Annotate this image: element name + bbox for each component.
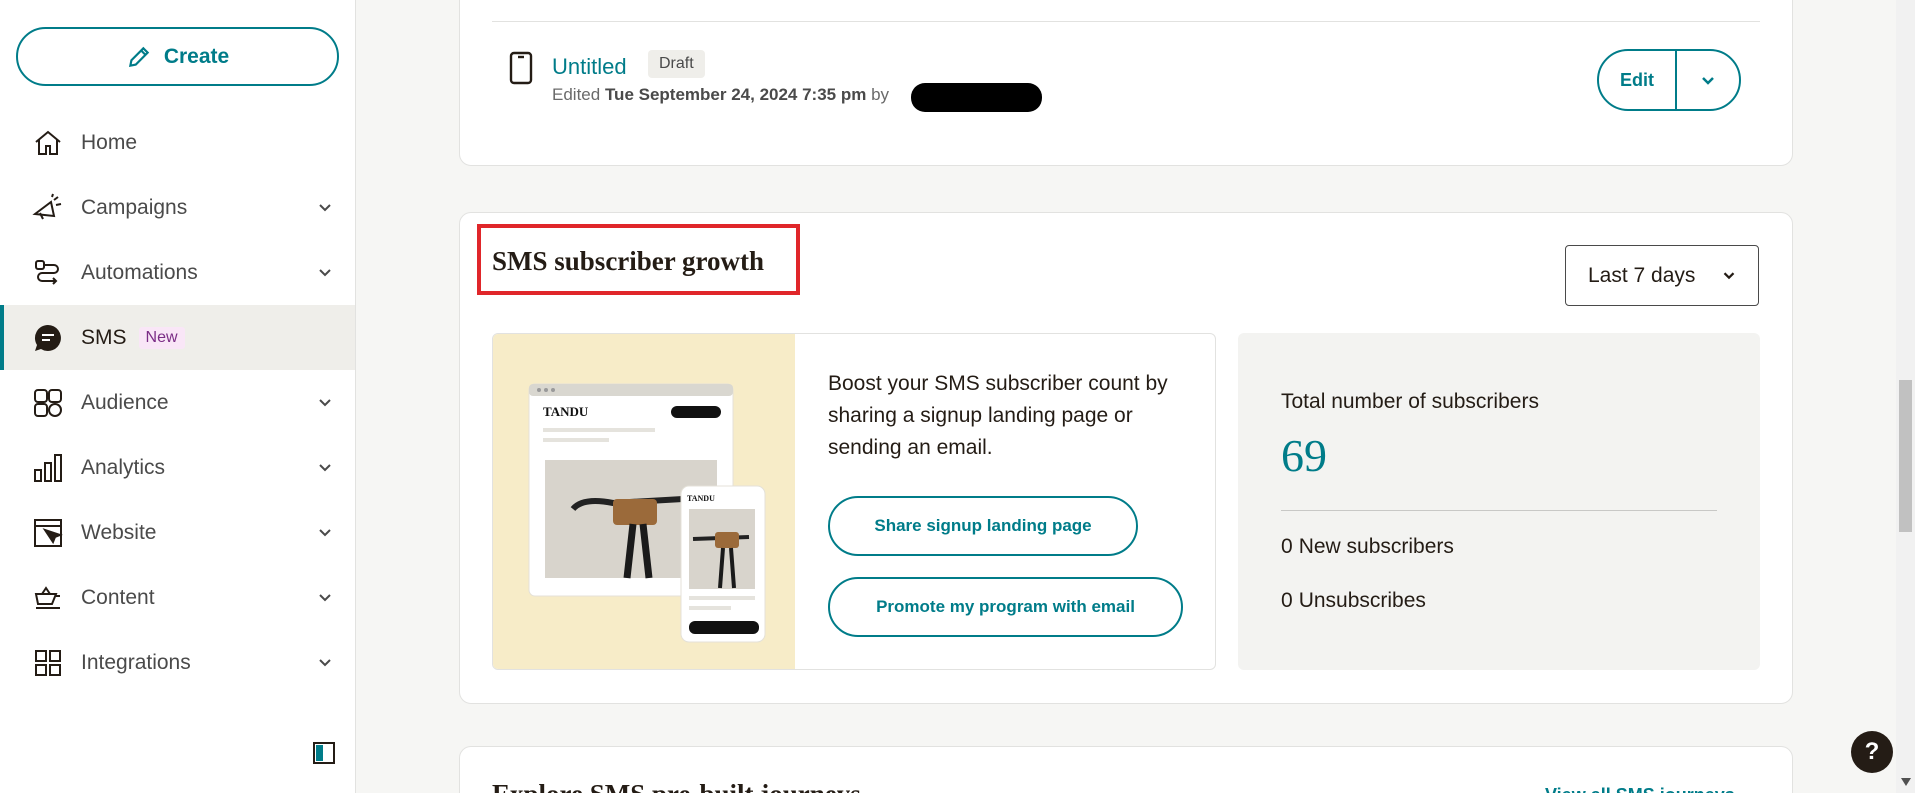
unsubscribes-row: 0 Unsubscribes (1281, 589, 1426, 613)
create-label: Create (163, 44, 230, 68)
chevron-down-icon[interactable] (315, 522, 335, 542)
sidebar-item-sms[interactable]: SMS New (0, 305, 355, 370)
main-nav: Home Campaigns Automations SMS New Audie… (0, 110, 355, 695)
edit-dropdown-button[interactable] (1677, 51, 1739, 109)
sms-icon (32, 322, 64, 354)
sidebar-item-label: Home (81, 130, 138, 154)
draft-card: Untitled Draft Edited Tue September 24, … (459, 0, 1793, 166)
edited-by: by (871, 85, 890, 104)
pencil-icon (128, 46, 150, 67)
brand-wordmark: TANDU (543, 404, 589, 419)
status-badge: Draft (648, 50, 705, 78)
chevron-down-icon[interactable] (315, 392, 335, 412)
total-subscribers-value: 69 (1281, 430, 1327, 481)
sidebar-item-automations[interactable]: Automations (0, 240, 355, 305)
sidebar-item-label: Campaigns (81, 195, 188, 219)
edited-date: Tue September 24, 2024 7:35 pm (604, 85, 867, 104)
scroll-down-arrow-icon[interactable] (1901, 778, 1911, 786)
sidebar-item-campaigns[interactable]: Campaigns (0, 175, 355, 240)
sidebar-item-analytics[interactable]: Analytics (0, 435, 355, 500)
total-subscribers-label: Total number of subscribers (1281, 390, 1539, 413)
edited-meta: Edited Tue September 24, 2024 7:35 pm by (552, 85, 889, 105)
new-subscribers-label: New subscribers (1298, 535, 1454, 558)
explore-journeys-card: Explore SMS pre-built journeys View all … (459, 746, 1793, 793)
view-all-journeys-link[interactable]: View all SMS journeys (1545, 785, 1735, 793)
collapse-sidebar-icon[interactable] (313, 742, 335, 764)
sidebar-item-label: Content (81, 585, 155, 609)
sidebar-item-website[interactable]: Website (0, 500, 355, 565)
new-subscribers-count: 0 (1281, 535, 1293, 558)
sidebar-item-home[interactable]: Home (0, 110, 355, 175)
divider (1281, 510, 1717, 511)
new-badge: New (138, 326, 185, 349)
chevron-down-icon (1723, 272, 1735, 280)
date-range-select[interactable]: Last 7 days (1565, 245, 1759, 306)
sidebar-item-integrations[interactable]: Integrations (0, 630, 355, 695)
edited-prefix: Edited (552, 85, 601, 104)
scrollbar-thumb[interactable] (1899, 380, 1912, 532)
redacted-author (911, 83, 1042, 112)
megaphone-icon (32, 192, 64, 224)
grid-icon (32, 647, 64, 679)
sidebar-item-audience[interactable]: Audience (0, 370, 355, 435)
sidebar-item-content[interactable]: Content (0, 565, 355, 630)
sidebar-item-label: Automations (81, 260, 198, 284)
landing-page-mockup-image: TANDU TANDU (528, 383, 766, 643)
brand-wordmark-small: TANDU (687, 494, 715, 503)
chevron-down-icon[interactable] (315, 262, 335, 282)
sidebar-item-label: Audience (81, 390, 169, 414)
content-icon (32, 582, 64, 614)
chevron-down-icon[interactable] (315, 197, 335, 217)
website-icon (32, 517, 64, 549)
promo-illustration: TANDU TANDU (493, 334, 795, 669)
home-icon (32, 127, 64, 159)
unsubscribes-count: 0 (1281, 589, 1293, 612)
divider (492, 21, 1760, 22)
sidebar-item-label: Analytics (81, 455, 166, 479)
date-range-value: Last 7 days (1588, 263, 1696, 287)
sidebar-item-label: Integrations (81, 650, 191, 674)
chevron-down-icon[interactable] (315, 652, 335, 672)
section-title: Explore SMS pre-built journeys (492, 779, 861, 793)
edit-button[interactable]: Edit (1599, 51, 1677, 109)
chevron-down-icon[interactable] (315, 457, 335, 477)
unsubscribes-label: Unsubscribes (1298, 589, 1426, 612)
bar-chart-icon (32, 452, 64, 484)
subscriber-stats-panel: Total number of subscribers 69 0 New subs… (1238, 333, 1760, 670)
automation-icon (32, 257, 64, 289)
create-button[interactable]: Create (16, 27, 339, 86)
help-button[interactable]: ? (1851, 731, 1893, 773)
sidebar: Create Home Campaigns Automations SMS Ne… (0, 0, 356, 793)
chevron-down-icon (1702, 77, 1714, 85)
promote-with-email-button[interactable]: Promote my program with email (828, 577, 1183, 637)
sms-growth-card: SMS subscriber growth Last 7 days TANDU … (459, 212, 1793, 704)
share-signup-page-button[interactable]: Share signup landing page (828, 496, 1138, 556)
section-title: SMS subscriber growth (492, 246, 765, 276)
promo-panel: TANDU TANDU Boost your SMS subscriber co… (492, 333, 1216, 670)
audience-icon (32, 387, 64, 419)
edit-split-button: Edit (1597, 49, 1741, 111)
new-subscribers-row: 0 New subscribers (1281, 535, 1454, 559)
promo-description: Boost your SMS subscriber count by shari… (828, 372, 1168, 459)
sidebar-item-label: Website (81, 520, 157, 544)
phone-icon (509, 51, 533, 85)
chevron-down-icon[interactable] (315, 587, 335, 607)
sidebar-item-label: SMS (81, 325, 127, 349)
draft-title-link[interactable]: Untitled (552, 54, 627, 80)
